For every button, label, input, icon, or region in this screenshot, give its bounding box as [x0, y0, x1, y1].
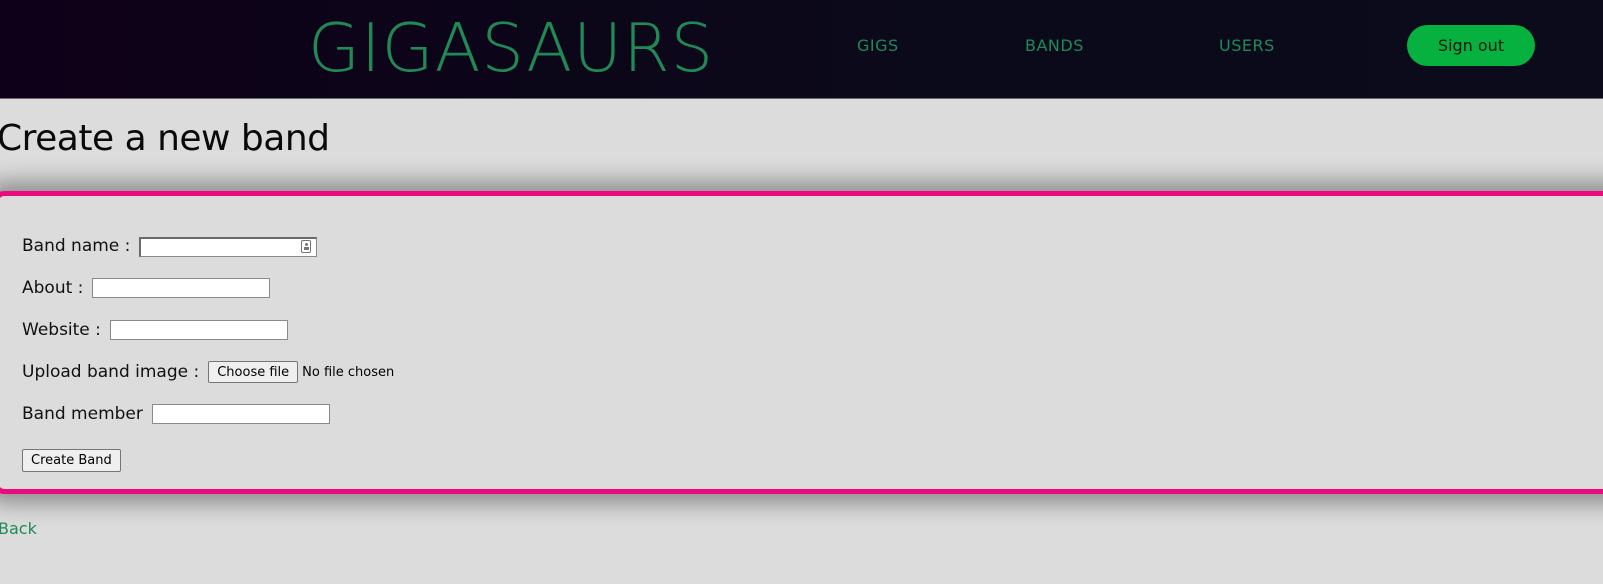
about-input[interactable]	[92, 278, 271, 298]
create-band-form: Band name : About : Website : Upload ban…	[0, 191, 1603, 494]
website-row: Website :	[22, 317, 288, 343]
band-name-label: Band name :	[22, 236, 131, 256]
contact-card-icon[interactable]	[301, 239, 312, 253]
file-status-text: No file chosen	[302, 364, 395, 380]
upload-image-row: Upload band image : Choose file No file …	[22, 359, 394, 385]
create-band-button[interactable]: Create Band	[22, 449, 121, 472]
top-navbar: GIGASAURS GIGS BANDS USERS Sign out	[0, 0, 1603, 99]
band-member-label: Band member	[22, 404, 143, 424]
sign-out-button[interactable]: Sign out	[1407, 25, 1535, 66]
band-name-input-wrap	[139, 236, 318, 257]
nav-link-users[interactable]: USERS	[1219, 36, 1275, 55]
back-link[interactable]: Back	[0, 519, 37, 538]
nav-link-gigs[interactable]: GIGS	[857, 36, 899, 55]
band-member-row: Band member	[22, 401, 330, 427]
band-member-input[interactable]	[151, 404, 330, 424]
website-input[interactable]	[109, 320, 288, 340]
band-name-input[interactable]	[139, 236, 318, 257]
page-title: Create a new band	[0, 118, 330, 159]
nav-link-bands[interactable]: BANDS	[1025, 36, 1084, 55]
about-label: About :	[22, 278, 84, 298]
website-label: Website :	[22, 320, 101, 340]
band-name-row: Band name :	[22, 233, 318, 259]
choose-file-button[interactable]: Choose file	[208, 361, 299, 383]
about-row: About :	[22, 275, 271, 301]
site-logo[interactable]: GIGASAURS	[308, 8, 714, 88]
upload-image-label: Upload band image :	[22, 362, 200, 382]
